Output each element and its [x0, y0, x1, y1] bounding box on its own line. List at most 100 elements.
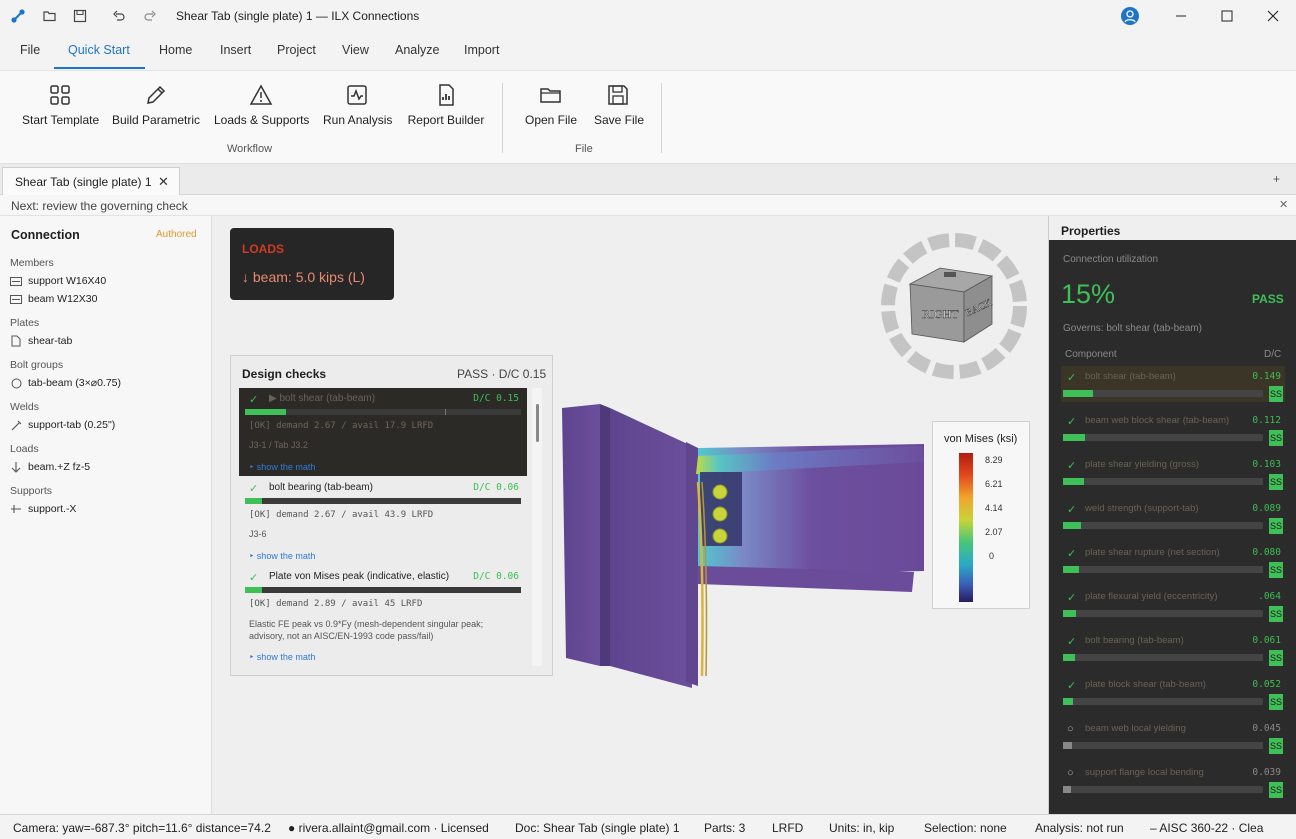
section-welds: Welds — [10, 401, 39, 413]
show-math-link[interactable]: ‣ show the math — [249, 551, 315, 562]
component-name: plate flexural yield (eccentricity) — [1085, 591, 1218, 602]
report-builder-button[interactable]: Report Builder — [406, 83, 486, 133]
tree-item-load[interactable]: beam.+Z fz-5 — [10, 461, 90, 473]
check-mark-icon: ✓ — [249, 572, 259, 584]
component-row[interactable]: ✓ plate block shear (tab-beam) 0.052 SS — [1061, 674, 1285, 710]
loads-title: LOADS — [242, 242, 284, 256]
component-bar-fill — [1063, 566, 1079, 573]
governs-text: Governs: bolt shear (tab-beam) — [1063, 323, 1202, 334]
component-row[interactable]: ✓ plate shear yielding (gross) 0.103 SS — [1061, 454, 1285, 490]
component-dc: 0.089 — [1252, 503, 1281, 514]
component-bar — [1063, 698, 1263, 705]
menu-insert[interactable]: Insert — [220, 43, 251, 57]
minimize-icon[interactable] — [1173, 8, 1189, 24]
component-status-badge: SS — [1269, 782, 1283, 798]
warning-icon — [249, 84, 273, 105]
legend-tick: 2.07 — [985, 527, 1003, 537]
menu-view[interactable]: View — [342, 43, 369, 57]
connection-tree-panel: Connection Authored Members support W16X… — [0, 216, 212, 814]
component-status-badge: SS — [1269, 650, 1283, 666]
tree-item-support-bc[interactable]: support.-X — [10, 503, 76, 515]
save-file-button[interactable]: Save File — [594, 83, 644, 133]
tree-item-support[interactable]: support W16X40 — [10, 275, 106, 287]
support-icon — [10, 503, 22, 515]
3d-viewport[interactable]: LOADS ↓ beam: 5.0 kips (L) RIGHT BACK vo… — [212, 216, 1048, 814]
menu-project[interactable]: Project — [277, 43, 316, 57]
start-template-button[interactable]: Start Template — [22, 83, 99, 133]
load-value: beam: 5.0 kips (L) — [252, 269, 365, 285]
menu-import[interactable]: Import — [464, 43, 499, 57]
analysis-status: Analysis: not run — [1035, 821, 1124, 835]
check-bar — [245, 409, 521, 415]
menu-quick-start[interactable]: Quick Start — [68, 43, 130, 57]
tree-item-weld[interactable]: support-tab (0.25") — [10, 419, 115, 431]
component-row[interactable]: ✓ bolt bearing (tab-beam) 0.061 SS — [1061, 630, 1285, 666]
check-item[interactable]: ✓ ▶ bolt shear (tab-beam) D/C 0.15 [OK] … — [239, 388, 527, 476]
component-dc: 0.149 — [1252, 371, 1281, 382]
check-demand: [OK] demand 2.67 / avail 43.9 LRFD — [249, 510, 434, 520]
component-status-badge: SS — [1269, 694, 1283, 710]
component-dc: 0.039 — [1252, 767, 1281, 778]
tree-item-beam[interactable]: beam W12X30 — [10, 293, 97, 305]
component-row[interactable]: ✓ bolt shear (tab-beam) 0.149 SS — [1061, 366, 1285, 402]
show-math-link[interactable]: ‣ show the math — [249, 652, 315, 663]
add-tab-icon[interactable]: + — [1273, 172, 1280, 186]
check-mark-icon: ✓ — [1067, 372, 1077, 384]
dismiss-hint-icon[interactable]: ✕ — [1279, 198, 1288, 211]
close-tab-icon[interactable]: ✕ — [158, 174, 169, 190]
check-item[interactable]: ✓ bolt bearing (tab-beam) D/C 0.06 [OK] … — [239, 477, 527, 565]
tree-item-shear-tab[interactable]: shear-tab — [10, 335, 72, 347]
open-icon[interactable] — [42, 8, 58, 24]
maximize-icon[interactable] — [1219, 8, 1235, 24]
component-bar-fill — [1063, 742, 1072, 749]
document-tab[interactable]: Shear Tab (single plate) 1 ✕ — [2, 167, 180, 195]
account-icon[interactable] — [1121, 7, 1139, 25]
legend-tick: 4.14 — [985, 503, 1003, 513]
tree-item-bolt-group[interactable]: tab-beam (3×⌀0.75) — [10, 377, 121, 389]
undo-icon[interactable] — [111, 8, 127, 24]
component-row[interactable]: ✓ plate flexural yield (eccentricity) .064… — [1061, 586, 1285, 622]
component-status-badge: SS — [1269, 430, 1283, 446]
report-icon — [439, 84, 454, 106]
show-math-link[interactable]: ‣ show the math — [249, 462, 315, 473]
close-window-icon[interactable] — [1265, 8, 1281, 24]
utilization-value: 15% — [1061, 279, 1116, 309]
menu-file[interactable]: File — [20, 43, 40, 57]
open-file-button[interactable]: Open File — [524, 83, 578, 133]
component-bar-fill — [1063, 610, 1076, 617]
menu-home[interactable]: Home — [159, 43, 192, 57]
scrollbar-thumb[interactable] — [536, 404, 539, 442]
legend-title: von Mises (ksi) — [944, 433, 1018, 445]
check-item[interactable]: ✓ Plate von Mises peak (indicative, elas… — [239, 566, 527, 666]
panel-title: Connection — [11, 228, 80, 242]
column-flange-right — [686, 442, 698, 686]
component-bar-fill — [1063, 786, 1071, 793]
check-mark-icon: ✓ — [249, 483, 259, 495]
run-analysis-label: Run Analysis — [323, 113, 393, 127]
tree-item-label: shear-tab — [28, 335, 73, 347]
loads-supports-button[interactable]: Loads & Supports — [214, 83, 309, 133]
component-row[interactable]: ✓ plate shear rupture (net section) 0.080 S… — [1061, 542, 1285, 578]
run-analysis-button[interactable]: Run Analysis — [323, 83, 393, 133]
component-row[interactable]: ✓ beam web block shear (tab-beam) 0.112 SS — [1061, 410, 1285, 446]
section-bolt-groups: Bolt groups — [10, 359, 64, 371]
member-icon — [10, 293, 22, 305]
component-row[interactable]: ✓ weld strength (support-tab) 0.089 SS — [1061, 498, 1285, 534]
component-row[interactable]: ○ beam web local yielding 0.045 SS — [1061, 718, 1285, 754]
tree-item-label: tab-beam (3×⌀0.75) — [28, 377, 121, 389]
redo-icon[interactable] — [142, 8, 158, 24]
component-row[interactable]: ○ support flange local bending 0.039 SS — [1061, 762, 1285, 798]
parts-count: Parts: 3 — [704, 821, 746, 835]
document-tab-label: Shear Tab (single plate) 1 — [15, 175, 152, 189]
checks-scrollbar[interactable] — [532, 388, 542, 666]
save-icon[interactable] — [72, 8, 88, 24]
build-parametric-button[interactable]: Build Parametric — [112, 83, 200, 133]
menu-analyze[interactable]: Analyze — [395, 43, 439, 57]
check-mark-icon: ✓ — [249, 394, 259, 406]
section-loads: Loads — [10, 443, 39, 455]
view-cube[interactable]: RIGHT BACK — [880, 232, 1028, 380]
component-dc: 0.080 — [1252, 547, 1281, 558]
camera-readout: Camera: yaw=-687.3° pitch=11.6° distance… — [13, 821, 271, 835]
connection-model[interactable] — [552, 396, 932, 696]
title-bar: Shear Tab (single plate) 1 — ILX Connect… — [0, 0, 1296, 32]
